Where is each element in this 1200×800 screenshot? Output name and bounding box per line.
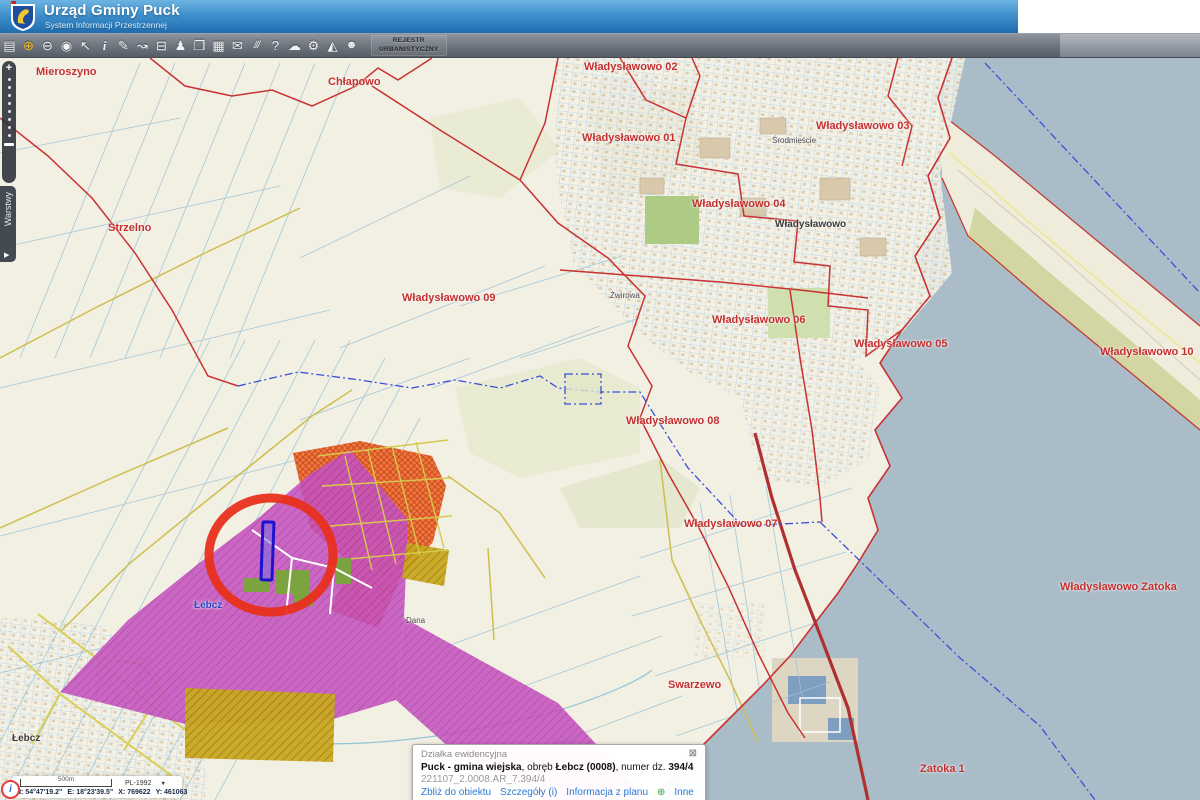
zoom-slider-track[interactable]: [2, 78, 16, 137]
details-link[interactable]: Szczegóły (i): [500, 787, 557, 798]
parcel-description: Puck - gmina wiejska, obręb Łebcz (0008)…: [421, 762, 697, 773]
measure-line-icon[interactable]: ✎: [116, 34, 132, 57]
street-view-icon[interactable]: ♟: [173, 34, 189, 57]
map-toolbar: ▤ ⊕ ⊖ ◉ ↖ i ✎ ↝ ⊟ ♟ ❐ ▦ ✉ /// ? ☁ ⚙ ◭ ☻ …: [0, 33, 1200, 58]
crs-selector[interactable]: PL-1992: [125, 780, 151, 787]
info-badge-icon[interactable]: i: [1, 780, 20, 799]
app-header: Urząd Gminy Puck System Informacji Przes…: [0, 0, 1200, 33]
zoom-in-icon[interactable]: ⊕: [21, 34, 37, 57]
layers-icon[interactable]: ▤: [2, 34, 18, 57]
plus-circle-icon[interactable]: ⊕: [657, 787, 665, 798]
identify-icon[interactable]: i: [97, 34, 113, 57]
zoom-slider[interactable]: +: [2, 61, 16, 183]
coat-of-arms-logo: [8, 1, 38, 32]
user-marker-icon[interactable]: ☻: [344, 34, 360, 57]
chevron-down-icon[interactable]: ▼: [160, 781, 165, 787]
map-status-bar: 500m PL-1992 ▼ N: 54°47'19.2"E: 18°23'39…: [12, 776, 182, 798]
cursor-coordinates: N: 54°47'19.2"E: 18°23'39.5"X: 769622Y: …: [16, 789, 178, 796]
pointer-icon[interactable]: ↖: [78, 34, 94, 57]
toolbar-right-filler: [1060, 34, 1200, 57]
terrain-3d-icon[interactable]: ◭: [325, 34, 341, 57]
zoom-in-button[interactable]: +: [2, 61, 16, 75]
popup-title: Działka ewidencyjna: [421, 749, 507, 760]
comment-icon[interactable]: ✉: [230, 34, 246, 57]
hatch-measure-icon[interactable]: ///: [249, 34, 265, 57]
help-icon[interactable]: ?: [268, 34, 284, 57]
layers-tab-label: Warstwy: [3, 192, 13, 226]
more-link[interactable]: Inne: [674, 787, 693, 798]
zoom-out-icon[interactable]: ⊖: [40, 34, 56, 57]
map-canvas[interactable]: [0, 58, 1200, 800]
register-urbanistyczny-button[interactable]: REJESTR URBANISTYCZNY: [371, 35, 447, 55]
cloud-layer-icon[interactable]: ☁: [287, 34, 303, 57]
settings-gears-icon[interactable]: ⚙: [306, 34, 322, 57]
zoom-to-object-link[interactable]: Zbliż do obiektu: [421, 787, 491, 798]
data-panel-icon[interactable]: ▦: [211, 34, 227, 57]
parcel-id: 221107_2.0008.AR_7.394/4: [421, 774, 697, 785]
map-viewport[interactable]: Mieroszyno Chłapowo Strzelno Władysławow…: [0, 58, 1200, 800]
selected-parcel[interactable]: [261, 522, 274, 580]
zone-olive-2: [185, 688, 335, 762]
zoom-slider-handle[interactable]: [4, 143, 14, 146]
measure-path-icon[interactable]: ↝: [135, 34, 151, 57]
print-icon[interactable]: ⊟: [154, 34, 170, 57]
app-title: Urząd Gminy Puck: [44, 2, 180, 19]
expand-arrow-icon: ▶: [4, 251, 9, 259]
scale-bar: 500m: [20, 779, 112, 787]
app-subtitle: System Informacji Przestrzennej: [45, 20, 167, 30]
plan-info-link[interactable]: Informacja z planu: [566, 787, 648, 798]
select-area-icon[interactable]: ◉: [59, 34, 75, 57]
duplicate-view-icon[interactable]: ❐: [192, 34, 208, 57]
popup-close-icon[interactable]: ⊠: [689, 749, 697, 760]
parcel-info-popup: Działka ewidencyjna ⊠ Puck - gmina wiejs…: [412, 744, 706, 800]
scale-label: 500m: [21, 776, 111, 783]
layers-panel-tab[interactable]: Warstwy ▶: [0, 186, 16, 262]
